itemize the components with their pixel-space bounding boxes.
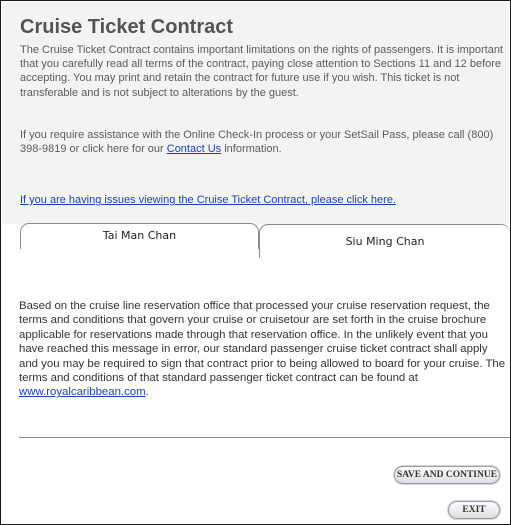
- contract-intro-text: The Cruise Ticket Contract contains impo…: [20, 44, 503, 99]
- tab-label: Tai Man Chan: [102, 229, 177, 242]
- assistance-text: If you require assistance with the Onlin…: [20, 128, 508, 156]
- page-title: Cruise Ticket Contract: [20, 16, 234, 38]
- tab-tai-man-chan[interactable]: Tai Man Chan: [20, 223, 259, 249]
- contract-page: Cruise Ticket Contract The Cruise Ticket…: [0, 0, 511, 525]
- section-divider: [19, 437, 510, 438]
- exit-button[interactable]: EXIT: [448, 501, 500, 519]
- contract-terms-end: .: [145, 386, 149, 399]
- contract-terms-text: Based on the cruise line reservation off…: [19, 299, 509, 400]
- tab-siu-ming-chan[interactable]: Siu Ming Chan: [259, 224, 510, 258]
- contract-header-panel: Cruise Ticket Contract The Cruise Ticket…: [2, 2, 509, 224]
- royalcaribbean-link[interactable]: www.royalcaribbean.com: [19, 386, 146, 398]
- save-and-continue-button[interactable]: SAVE AND CONTINUE: [394, 466, 500, 484]
- assistance-text-after: information.: [221, 143, 282, 156]
- tab-label: Siu Ming Chan: [345, 235, 425, 248]
- viewing-issues-link[interactable]: If you are having issues viewing the Cru…: [20, 194, 396, 206]
- contact-us-link[interactable]: Contact Us: [167, 143, 221, 155]
- contract-terms-body: Based on the cruise line reservation off…: [19, 300, 506, 385]
